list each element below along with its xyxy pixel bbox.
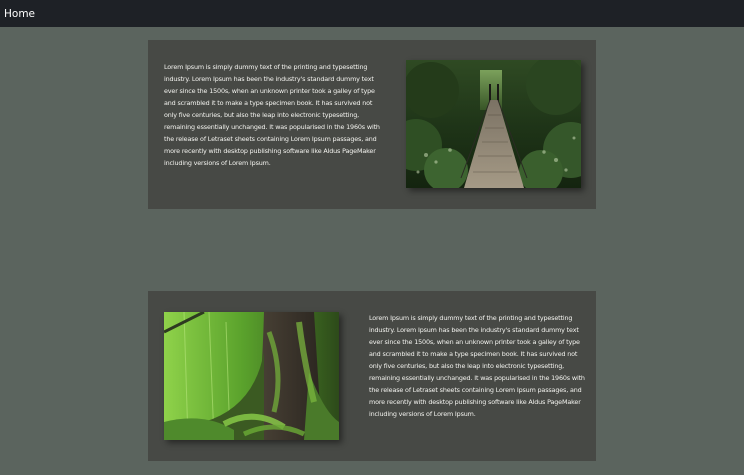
top-navbar: Home (0, 0, 744, 27)
forest-bridge-image (406, 60, 581, 188)
nav-home-link[interactable]: Home (4, 8, 35, 20)
card-2-text: Lorem Ipsum is simply dummy text of the … (369, 314, 585, 418)
mossy-tree-image (164, 312, 339, 440)
card-1-text: Lorem Ipsum is simply dummy text of the … (164, 63, 380, 167)
content-card-1: Lorem Ipsum is simply dummy text of the … (148, 40, 596, 209)
content-card-2: Lorem Ipsum is simply dummy text of the … (148, 291, 596, 461)
